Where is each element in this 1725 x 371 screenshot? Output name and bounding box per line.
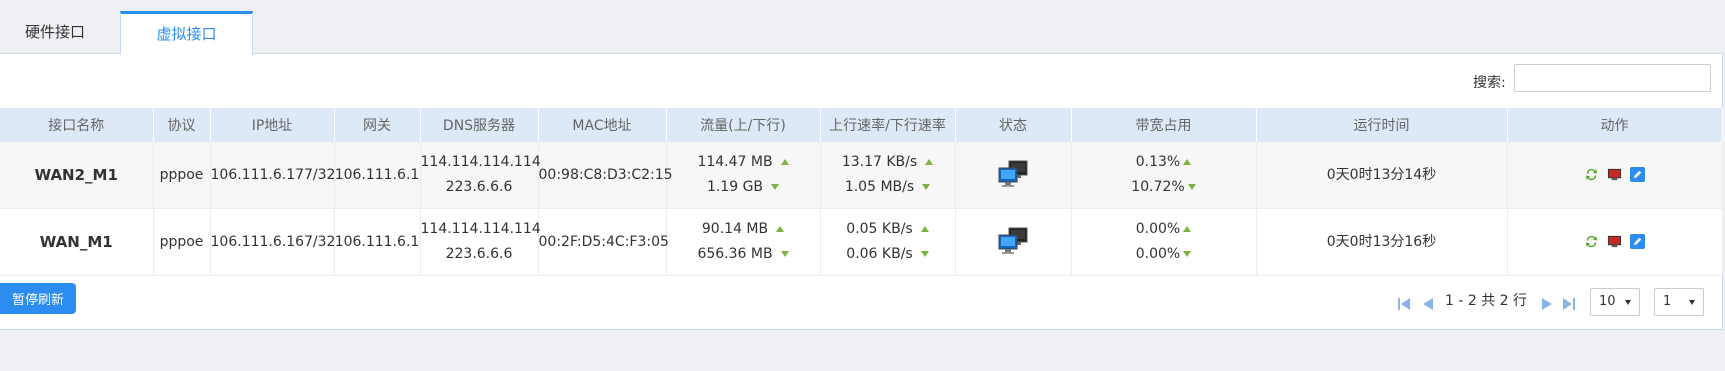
prev-page-icon[interactable]: [1421, 297, 1435, 311]
refresh-icon[interactable]: [1584, 167, 1599, 182]
status: [955, 142, 1072, 209]
traffic: 90.14 MB 656.36 MB: [666, 208, 821, 276]
col-rate[interactable]: 上行速率/下行速率: [820, 108, 956, 142]
col-traffic[interactable]: 流量(上/下行): [666, 108, 821, 142]
monitor-icon[interactable]: [1607, 234, 1622, 249]
down-arrow-icon: [771, 184, 780, 190]
interface-name: WAN_M1: [0, 208, 154, 276]
table-row: WAN2_M1 pppoe 106.111.6.177/32 106.111.6…: [0, 142, 1723, 209]
down-arrow-icon: [780, 251, 789, 257]
mac-address: 00:2F:D5:4C:F3:05: [538, 208, 669, 276]
status: [955, 208, 1072, 276]
page-size-value: 10: [1599, 294, 1616, 309]
search-label: 搜索:: [1473, 75, 1506, 91]
interface-name: WAN2_M1: [0, 142, 154, 209]
rate: 0.05 KB/s 0.06 KB/s: [820, 208, 956, 276]
last-page-icon[interactable]: [1562, 297, 1576, 311]
up-arrow-icon: [780, 159, 789, 165]
col-uptime[interactable]: 运行时间: [1256, 108, 1508, 142]
dns-servers: 114.114.114.114 223.6.6.6: [420, 142, 541, 209]
row-actions: [1507, 208, 1723, 276]
rate-up: 0.05 KB/s: [846, 221, 913, 237]
monitor-icon[interactable]: [1607, 167, 1622, 182]
network-status-icon: [998, 160, 1028, 187]
dns-primary: 114.114.114.114: [420, 154, 541, 170]
bandwidth: 0.13% 10.72%: [1071, 142, 1257, 209]
bandwidth: 0.00% 0.00%: [1071, 208, 1257, 276]
dns-secondary: 223.6.6.6: [445, 179, 513, 195]
gateway: 106.111.6.1: [334, 142, 421, 209]
col-protocol[interactable]: 协议: [153, 108, 211, 142]
page-number-select[interactable]: 1: [1654, 288, 1704, 316]
traffic-up: 90.14 MB: [701, 221, 769, 237]
uptime: 0天0时13分16秒: [1256, 208, 1508, 276]
next-page-icon[interactable]: [1540, 297, 1554, 311]
edit-icon[interactable]: [1630, 234, 1646, 249]
gateway: 106.111.6.1: [334, 208, 421, 276]
bandwidth-up: 0.13%: [1135, 154, 1181, 170]
row-actions: [1507, 142, 1723, 209]
chevron-down-icon: [1689, 300, 1695, 305]
up-arrow-icon: [1183, 159, 1192, 165]
down-arrow-icon: [1183, 251, 1192, 257]
col-bandwidth[interactable]: 带宽占用: [1071, 108, 1257, 142]
rate: 13.17 KB/s 1.05 MB/s: [820, 142, 956, 209]
dns-primary: 114.114.114.114: [420, 221, 541, 237]
down-arrow-icon: [1187, 184, 1196, 190]
dns-servers: 114.114.114.114 223.6.6.6: [420, 208, 541, 276]
up-arrow-icon: [920, 226, 929, 232]
up-arrow-icon: [776, 226, 785, 232]
traffic-up: 114.47 MB: [697, 154, 773, 170]
refresh-icon[interactable]: [1584, 234, 1599, 249]
traffic-down: 1.19 GB: [706, 179, 764, 195]
chevron-down-icon: [1625, 300, 1631, 305]
dns-secondary: 223.6.6.6: [445, 246, 513, 262]
rate-up: 13.17 KB/s: [841, 154, 918, 170]
page-size-select[interactable]: 10: [1590, 288, 1640, 316]
ip-address: 106.111.6.177/32: [210, 142, 335, 209]
protocol: pppoe: [153, 208, 211, 276]
col-interface-name[interactable]: 接口名称: [0, 108, 154, 142]
col-gateway[interactable]: 网关: [334, 108, 421, 142]
page-info: 1 - 2 共 2 行: [1445, 293, 1528, 309]
rate-down: 1.05 MB/s: [844, 179, 915, 195]
bandwidth-down: 0.00%: [1135, 246, 1181, 262]
interface-panel: 搜索: 接口名称 协议 IP地址 网关 DNS服务器 MAC地址 流量(上/下行…: [0, 53, 1723, 330]
edit-icon[interactable]: [1630, 167, 1646, 182]
table-row: WAN_M1 pppoe 106.111.6.167/32 106.111.6.…: [0, 208, 1723, 276]
pause-refresh-button[interactable]: 暂停刷新: [0, 283, 76, 314]
traffic-down: 656.36 MB: [697, 246, 773, 262]
first-page-icon[interactable]: [1397, 297, 1411, 311]
rate-down: 0.06 KB/s: [846, 246, 913, 262]
traffic: 114.47 MB 1.19 GB: [666, 142, 821, 209]
uptime: 0天0时13分14秒: [1256, 142, 1508, 209]
down-arrow-icon: [920, 251, 929, 257]
protocol: pppoe: [153, 142, 211, 209]
page-number-value: 1: [1663, 294, 1672, 309]
bandwidth-up: 0.00%: [1135, 221, 1181, 237]
interface-table: 接口名称 协议 IP地址 网关 DNS服务器 MAC地址 流量(上/下行) 上行…: [0, 108, 1723, 276]
table-header-row: 接口名称 协议 IP地址 网关 DNS服务器 MAC地址 流量(上/下行) 上行…: [0, 108, 1723, 142]
mac-address: 00:98:C8:D3:C2:15: [538, 142, 673, 209]
ip-address: 106.111.6.167/32: [210, 208, 335, 276]
search-input[interactable]: [1514, 64, 1711, 92]
col-status[interactable]: 状态: [955, 108, 1072, 142]
col-dns-server[interactable]: DNS服务器: [420, 108, 539, 142]
tab-hardware-interface[interactable]: 硬件接口: [0, 12, 110, 52]
down-arrow-icon: [922, 184, 931, 190]
col-ip-address[interactable]: IP地址: [210, 108, 335, 142]
col-mac-address[interactable]: MAC地址: [538, 108, 667, 142]
up-arrow-icon: [925, 159, 934, 165]
network-status-icon: [998, 227, 1028, 254]
bandwidth-down: 10.72%: [1131, 179, 1185, 195]
col-actions: 动作: [1507, 108, 1723, 142]
up-arrow-icon: [1183, 226, 1192, 232]
tab-virtual-interface[interactable]: 虚拟接口: [120, 11, 253, 55]
